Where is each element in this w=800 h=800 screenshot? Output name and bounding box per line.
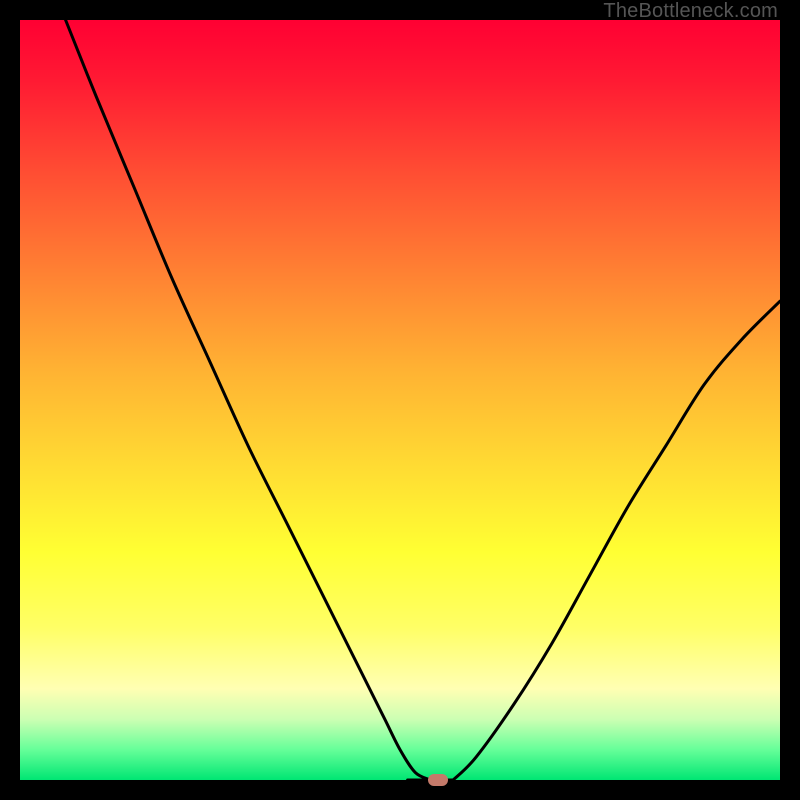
right-curve-path <box>453 301 780 780</box>
left-curve-path <box>66 20 431 780</box>
chart-container: TheBottleneck.com <box>0 0 800 800</box>
curve-layer <box>20 20 780 780</box>
minimum-marker <box>428 774 448 786</box>
attribution-text: TheBottleneck.com <box>603 0 778 23</box>
